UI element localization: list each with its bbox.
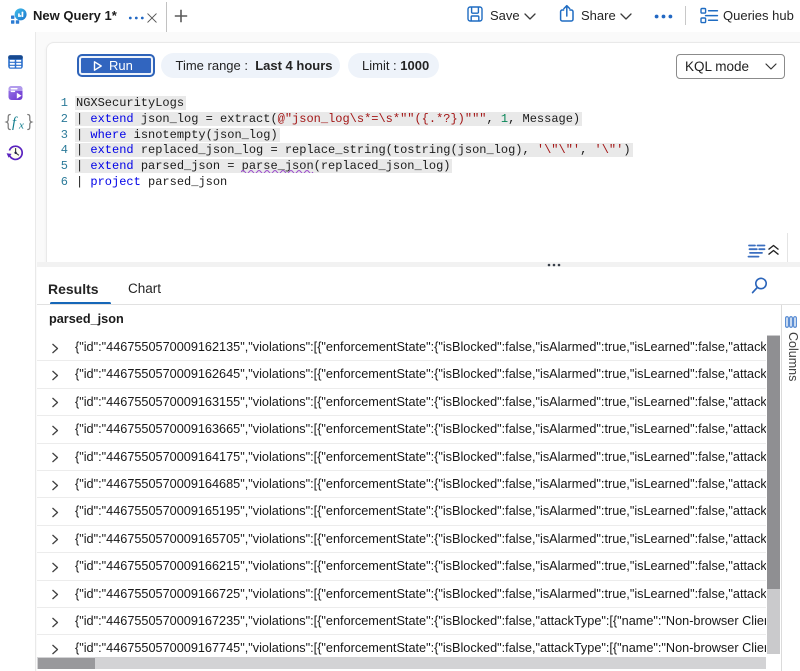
svg-text:x: x xyxy=(18,120,24,132)
svg-text:f: f xyxy=(12,115,18,131)
